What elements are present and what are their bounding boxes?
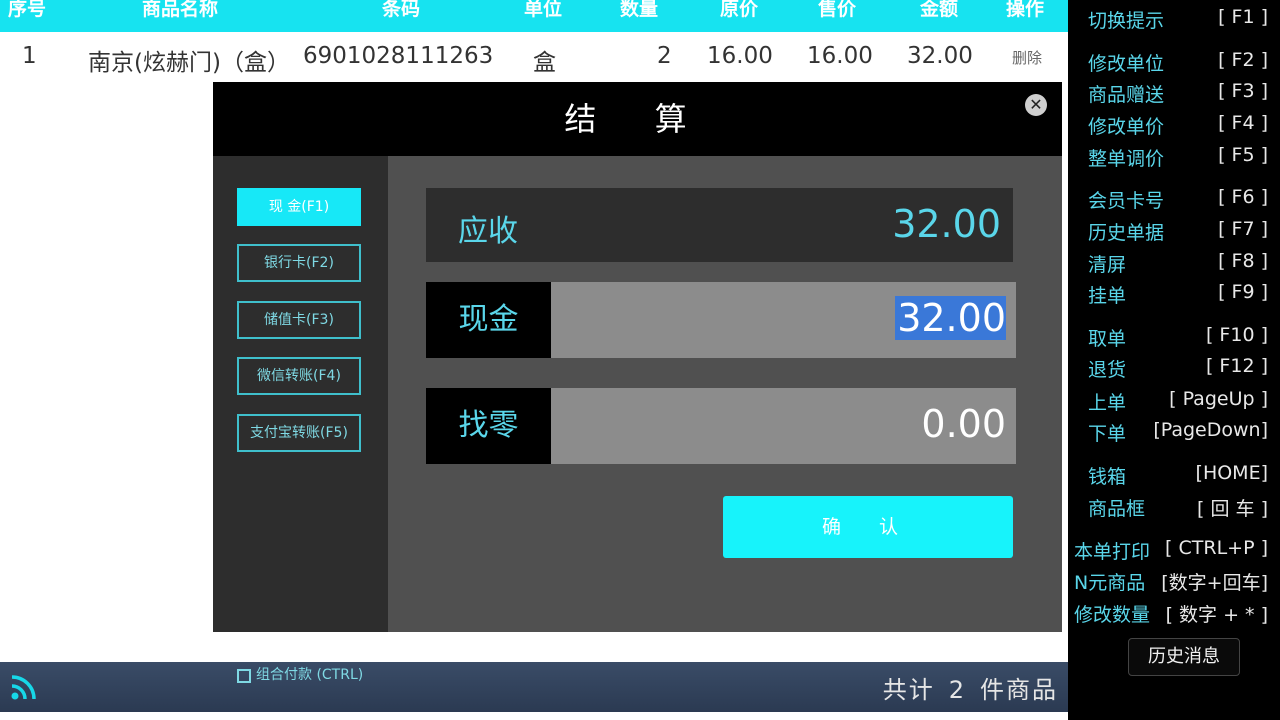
shortcut-clear-screen[interactable]: 清屏[ F8 ] — [1068, 248, 1280, 278]
table-header: 序号 商品名称 条码 单位 数量 原价 售价 金额 操作 — [0, 0, 1068, 32]
delete-link[interactable]: 删除 — [1012, 47, 1042, 68]
cell-barcode: 6901028111263 — [303, 43, 494, 69]
cell-amount: 32.00 — [907, 43, 973, 69]
shortcut-member-card[interactable]: 会员卡号[ F6 ] — [1068, 184, 1280, 214]
checkbox-icon[interactable] — [237, 669, 251, 683]
cell-price: 16.00 — [807, 43, 873, 69]
cash-field: 现金 32.00 — [426, 282, 1016, 358]
shortcut-change-price[interactable]: 修改单价[ F4 ] — [1068, 110, 1280, 140]
col-header-action: 操作 — [1006, 0, 1045, 20]
col-header-index: 序号 — [8, 0, 47, 20]
change-output: 0.00 — [551, 388, 1016, 464]
cell-index: 1 — [22, 43, 37, 69]
change-value: 0.00 — [921, 402, 1006, 446]
cash-input-value[interactable]: 32.00 — [895, 296, 1006, 340]
shortcut-change-qty[interactable]: 修改数量[ 数字 + * ] — [1068, 598, 1280, 628]
col-header-name: 商品名称 — [142, 0, 219, 20]
pay-stored-card-button[interactable]: 储值卡(F3) — [237, 301, 361, 339]
network-icon — [11, 675, 36, 700]
pay-alipay-button[interactable]: 支付宝转账(F5) — [237, 414, 361, 452]
shortcut-n-yuan-item[interactable]: N元商品 [数字+回车] — [1068, 566, 1280, 596]
pay-bank-card-button[interactable]: 银行卡(F2) — [237, 244, 361, 282]
shortcut-history-orders[interactable]: 历史单据[ F7 ] — [1068, 216, 1280, 246]
confirm-button[interactable]: 确 认 — [723, 496, 1013, 558]
col-header-barcode: 条码 — [382, 0, 421, 20]
shortcut-return[interactable]: 退货[ F12 ] — [1068, 353, 1280, 383]
col-header-unit: 单位 — [524, 0, 563, 20]
shortcut-product-box[interactable]: 商品框[ 回 车 ] — [1068, 492, 1280, 522]
receivable-value: 32.00 — [892, 202, 1001, 246]
item-total: 共计 2 件商品 — [883, 670, 1058, 705]
cell-qty: 2 — [657, 43, 672, 69]
cash-label: 现金 — [426, 282, 551, 358]
close-icon[interactable]: ✕ — [1025, 94, 1047, 116]
shortcut-cash-drawer[interactable]: 钱箱 [HOME] — [1068, 460, 1280, 490]
total-count: 2 — [948, 676, 966, 704]
total-suffix: 件商品 — [980, 676, 1058, 704]
shortcut-retrieve-order[interactable]: 取单[ F10 ] — [1068, 322, 1280, 352]
shortcut-prev-order[interactable]: 上单[ PageUp ] — [1068, 386, 1280, 416]
shortcut-hold-order[interactable]: 挂单[ F9 ] — [1068, 279, 1280, 309]
cash-input[interactable]: 32.00 — [551, 282, 1016, 358]
total-prefix: 共计 — [882, 676, 935, 704]
cell-orig-price: 16.00 — [707, 43, 773, 69]
receivable-field: 应收 32.00 — [426, 188, 1013, 262]
table-row[interactable]: 1 南京(炫赫门)（盒） 6901028111263 盒 2 16.00 16.… — [0, 34, 1068, 80]
receivable-label: 应收 — [458, 214, 518, 249]
history-messages-button[interactable]: 历史消息 — [1128, 638, 1240, 676]
cell-name: 南京(炫赫门)（盒） — [88, 50, 290, 76]
shortcut-order-adjust[interactable]: 整单调价[ F5 ] — [1068, 142, 1280, 172]
payment-method-panel: 现 金(F1) 银行卡(F2) 储值卡(F3) 微信转账(F4) 支付宝转账(F… — [213, 156, 388, 683]
change-field: 找零 0.00 — [426, 388, 1016, 464]
col-header-qty: 数量 — [620, 0, 659, 20]
checkout-dialog: 结 算 ✕ 现 金(F1) 银行卡(F2) 储值卡(F3) 微信转账(F4) 支… — [213, 82, 1062, 683]
col-header-price: 售价 — [818, 0, 857, 20]
change-label: 找零 — [426, 388, 551, 464]
pay-wechat-button[interactable]: 微信转账(F4) — [237, 357, 361, 395]
pay-cash-button[interactable]: 现 金(F1) — [237, 188, 361, 226]
shortcut-gift-item[interactable]: 商品赠送[ F3 ] — [1068, 78, 1280, 108]
col-header-orig: 原价 — [720, 0, 759, 20]
dialog-title: 结 算 — [213, 82, 1062, 156]
col-header-amount: 金额 — [920, 0, 959, 20]
shortcut-toggle-hint[interactable]: 切换提示[ F1 ] — [1068, 4, 1280, 34]
shortcut-print[interactable]: 本单打印[ CTRL+P ] — [1068, 535, 1280, 565]
combined-payment-label: 组合付款 (CTRL) — [256, 667, 364, 683]
shortcut-next-order[interactable]: 下单 [PageDown] — [1068, 417, 1280, 447]
shortcut-change-unit[interactable]: 修改单位[ F2 ] — [1068, 47, 1280, 77]
status-bar: 共计 2 件商品 — [0, 662, 1068, 712]
combined-payment-checkbox[interactable]: 组合付款 (CTRL) — [237, 664, 363, 684]
cell-unit: 盒 — [533, 50, 556, 76]
shortcut-sidebar: 切换提示[ F1 ] 修改单位[ F2 ] 商品赠送[ F3 ] 修改单价[ F… — [1068, 0, 1280, 720]
